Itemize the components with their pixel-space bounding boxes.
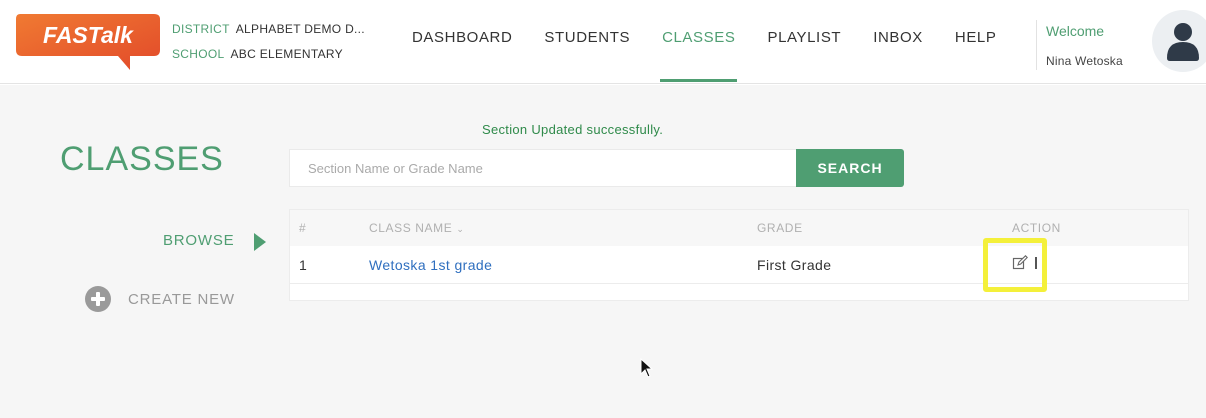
nav-dashboard[interactable]: DASHBOARD <box>396 0 528 84</box>
nav-playlist[interactable]: PLAYLIST <box>751 0 857 84</box>
user-name[interactable]: Nina Wetoska <box>1046 54 1123 68</box>
plus-circle-icon[interactable] <box>85 286 111 312</box>
classes-table: # CLASS NAME ⌄ GRADE ACTION 1 Wetoska 1st… <box>289 209 1189 301</box>
sort-chevron-icon[interactable]: ⌄ <box>456 224 464 234</box>
page-title: CLASSES <box>60 140 224 178</box>
nav-classes[interactable]: CLASSES <box>646 0 751 84</box>
nav-inbox[interactable]: INBOX <box>857 0 939 84</box>
fastalk-logo[interactable]: FASTalk <box>14 10 160 70</box>
main-nav: DASHBOARD STUDENTS CLASSES PLAYLIST INBO… <box>396 0 1012 84</box>
logo-text: FASTalk <box>43 22 134 48</box>
column-header-grade: GRADE <box>757 221 803 235</box>
column-header-number: # <box>299 221 307 235</box>
row-number: 1 <box>299 257 307 273</box>
table-row: 1 Wetoska 1st grade First Grade <box>290 246 1188 284</box>
mouse-cursor-icon <box>640 357 654 383</box>
class-name-link[interactable]: Wetoska 1st grade <box>369 257 492 273</box>
success-message: Section Updated successfully. <box>482 122 664 137</box>
grade-value: First Grade <box>757 257 832 273</box>
column-header-class-name[interactable]: CLASS NAME ⌄ <box>369 221 465 235</box>
school-label: SCHOOL <box>172 47 225 61</box>
browse-link[interactable]: BROWSE <box>163 232 234 249</box>
school-value[interactable]: ABC ELEMENTARY <box>230 47 342 61</box>
action-highlight-box <box>983 238 1047 292</box>
play-arrow-icon <box>254 233 266 251</box>
nav-students[interactable]: STUDENTS <box>528 0 646 84</box>
welcome-text: Welcome <box>1046 23 1105 39</box>
search-button[interactable]: SEARCH <box>796 149 904 187</box>
district-label: DISTRICT <box>172 22 230 36</box>
search-input[interactable] <box>289 149 797 187</box>
nav-help[interactable]: HELP <box>939 0 1013 84</box>
user-avatar-icon[interactable] <box>1152 10 1206 72</box>
district-school-info: DISTRICT ALPHABET DEMO D... SCHOOL ABC ELE… <box>172 17 365 67</box>
create-new-link[interactable]: CREATE NEW <box>128 291 235 308</box>
column-header-action: ACTION <box>1012 221 1061 235</box>
page-content: CLASSES BROWSE CREATE NEW Section Update… <box>0 85 1206 418</box>
table-header: # CLASS NAME ⌄ GRADE ACTION <box>290 210 1188 246</box>
top-header: FASTalk DISTRICT ALPHABET DEMO D... SCHOO… <box>0 0 1206 84</box>
header-divider <box>1036 20 1037 70</box>
district-value[interactable]: ALPHABET DEMO D... <box>236 22 365 36</box>
column-header-class-name-label: CLASS NAME <box>369 221 453 235</box>
